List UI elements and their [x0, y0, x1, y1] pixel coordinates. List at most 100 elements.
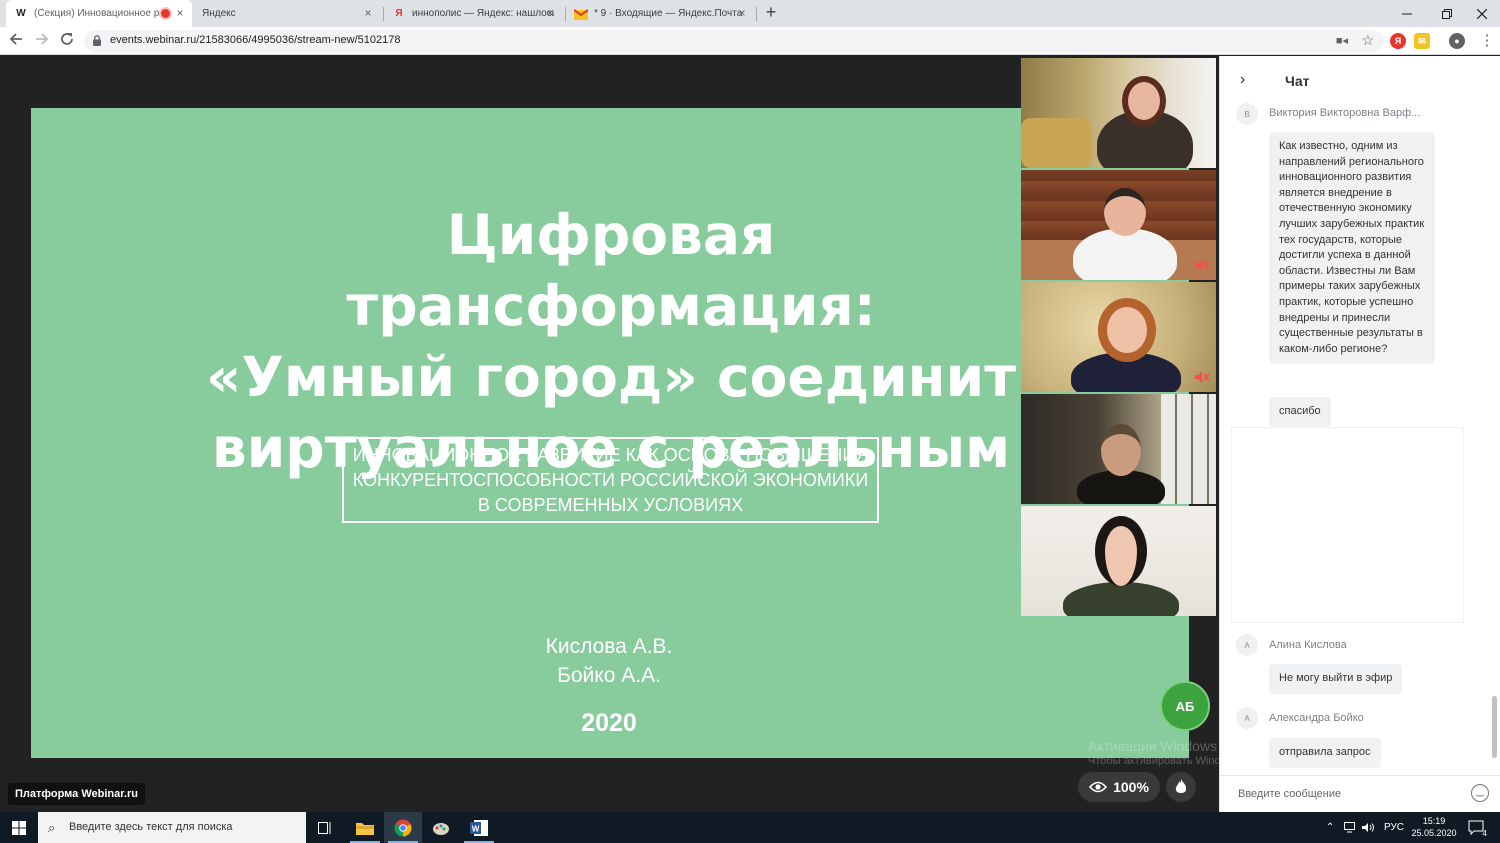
- muted-speaker-icon: [1195, 259, 1210, 271]
- file-explorer-icon[interactable]: [346, 812, 384, 843]
- yandex-mail-icon: [574, 7, 588, 21]
- message-avatar: А: [1236, 707, 1258, 729]
- windows-start-button[interactable]: [0, 812, 38, 843]
- chat-input-bar: ‿: [1220, 775, 1500, 812]
- yandex-extension-icon[interactable]: Я: [1390, 33, 1406, 49]
- close-window-button[interactable]: [1462, 0, 1500, 27]
- scrollbar-thumb[interactable]: [1492, 696, 1497, 758]
- close-tab-icon[interactable]: ×: [736, 7, 748, 19]
- person-head: [1104, 188, 1146, 236]
- tab-yandex[interactable]: Яндекс ×: [194, 0, 380, 27]
- message-author: Виктория Викторовна Варф...: [1269, 107, 1421, 119]
- svg-text:W: W: [472, 824, 480, 833]
- close-tab-icon[interactable]: ×: [362, 7, 374, 19]
- close-tab-icon[interactable]: ×: [544, 7, 556, 19]
- empty-media-card: [1232, 428, 1463, 622]
- task-view-icon[interactable]: [306, 812, 344, 843]
- more-options-icon[interactable]: · · ·: [1199, 544, 1202, 566]
- volume-icon[interactable]: [1362, 812, 1375, 843]
- slide-authors: Кислова А.В. Бойко А.А.: [509, 632, 709, 690]
- message-bubble: спасибо: [1269, 397, 1331, 427]
- chat-title: Чат: [1285, 73, 1310, 89]
- close-tab-icon[interactable]: ×: [174, 7, 186, 19]
- tab-title: Яндекс: [202, 8, 236, 19]
- participant-video[interactable]: · · ·: [1021, 394, 1216, 504]
- speaker-avatar[interactable]: АБ: [1160, 681, 1210, 731]
- taskbar-search-placeholder: Введите здесь текст для поиска: [69, 821, 233, 833]
- reload-button[interactable]: [58, 32, 76, 50]
- message-bubble: Не могу выйти в эфир: [1269, 664, 1403, 694]
- video-stage: Цифровая трансформация: «Умный город» со…: [0, 56, 1219, 812]
- chat-header: › Чат: [1220, 56, 1500, 104]
- profile-icon[interactable]: ●: [1449, 33, 1465, 49]
- windows-taskbar: ⌕ Введите здесь текст для поиска W ⌃ РУС…: [0, 812, 1500, 843]
- more-options-icon[interactable]: · · ·: [1199, 96, 1202, 118]
- slide-subtitle-box: ИННОВАЦИОННОЕ РАЗВИТИЕ КАК ОСНОВА ПОВЫШЕ…: [342, 437, 879, 523]
- eye-icon: [1089, 781, 1108, 793]
- tray-chevron-icon[interactable]: ⌃: [1326, 812, 1334, 843]
- person-head: [1098, 298, 1156, 362]
- chair-shape: [1021, 118, 1091, 168]
- slide-title-line: «Умный город» соединит: [205, 345, 1017, 409]
- system-clock[interactable]: 15:19 25.05.2020: [1408, 815, 1460, 839]
- tab-title: иннополис — Яндекс: нашлось: [412, 8, 554, 19]
- bookmark-star-icon[interactable]: ☆: [1361, 32, 1374, 49]
- chat-panel: › Чат В Виктория Викторовна Варф... Как …: [1219, 56, 1500, 812]
- chat-message-input[interactable]: [1238, 785, 1458, 803]
- tab-yandex-mail[interactable]: * 9 · Входящие — Яндекс.Почта ×: [566, 0, 754, 27]
- chrome-icon[interactable]: [384, 812, 422, 843]
- paint-icon[interactable]: [422, 812, 460, 843]
- clock-date: 25.05.2020: [1411, 828, 1457, 838]
- tab-innopolis-search[interactable]: Я иннополис — Яндекс: нашлось ×: [384, 0, 562, 27]
- message-author: Алина Кислова: [1269, 639, 1347, 651]
- browser-toolbar: events.webinar.ru/21583066/4995036/strea…: [0, 27, 1500, 55]
- lock-icon: [93, 35, 101, 46]
- chevron-right-icon[interactable]: ›: [1240, 71, 1245, 89]
- restore-button[interactable]: [1427, 0, 1467, 27]
- notification-count: 4: [1482, 829, 1487, 838]
- participant-video[interactable]: [1021, 170, 1216, 280]
- person-head: [1095, 516, 1147, 586]
- new-tab-button[interactable]: +: [762, 3, 780, 22]
- language-indicator[interactable]: РУС: [1384, 812, 1404, 843]
- emoji-icon[interactable]: ‿: [1471, 784, 1489, 802]
- flame-icon[interactable]: [1166, 772, 1196, 802]
- search-icon: ⌕: [48, 820, 56, 835]
- participant-video[interactable]: · · ·: [1021, 506, 1216, 616]
- participant-video[interactable]: · · ·: [1021, 58, 1216, 168]
- message-bubble: Как известно, одним из направлений регио…: [1269, 132, 1435, 365]
- browser-tabstrip: W (Секция) Инновационное р × Яндекс × Я …: [0, 0, 1500, 27]
- tab-webinar[interactable]: W (Секция) Инновационное р ×: [6, 0, 192, 27]
- back-button[interactable]: [7, 32, 25, 50]
- message-avatar: А: [1236, 634, 1258, 656]
- chat-scrollbar[interactable]: [1490, 104, 1498, 768]
- recording-icon: [161, 9, 170, 18]
- slide-subtitle: ИННОВАЦИОННОЕ РАЗВИТИЕ КАК ОСНОВА ПОВЫШЕ…: [352, 444, 869, 515]
- url-text: events.webinar.ru/21583066/4995036/strea…: [110, 34, 401, 46]
- clock-time: 15:19: [1422, 816, 1446, 826]
- window-shape: [1161, 394, 1216, 504]
- slide-title-line: Цифровая трансформация:: [346, 203, 876, 338]
- mail-extension-icon[interactable]: ✉: [1414, 33, 1430, 49]
- notification-center-icon[interactable]: 4: [1468, 820, 1487, 838]
- camera-icon[interactable]: ■◂: [1336, 34, 1348, 47]
- screen: W (Секция) Инновационное р × Яндекс × Я …: [0, 0, 1500, 843]
- message-bubble: отправила запрос: [1269, 738, 1381, 768]
- tab-separator: [756, 7, 757, 21]
- network-icon[interactable]: [1344, 812, 1358, 843]
- more-options-icon[interactable]: · · ·: [1199, 432, 1202, 454]
- presentation-slide: Цифровая трансформация: «Умный город» со…: [31, 108, 1189, 758]
- participant-video[interactable]: [1021, 282, 1216, 392]
- word-icon[interactable]: W: [460, 812, 498, 843]
- menu-kebab-icon[interactable]: ⋮: [1478, 32, 1496, 50]
- zoom-indicator[interactable]: 100%: [1078, 772, 1160, 802]
- message-author: Александра Бойко: [1269, 712, 1364, 724]
- message-avatar: В: [1236, 103, 1258, 125]
- minimize-button[interactable]: [1387, 0, 1427, 27]
- address-bar[interactable]: events.webinar.ru/21583066/4995036/strea…: [84, 30, 1384, 52]
- forward-button[interactable]: [33, 32, 51, 50]
- zoom-value: 100%: [1113, 779, 1149, 795]
- taskbar-search-box[interactable]: ⌕ Введите здесь текст для поиска: [38, 812, 306, 843]
- person-head: [1122, 76, 1166, 126]
- author-name: Кислова А.В.: [545, 635, 673, 658]
